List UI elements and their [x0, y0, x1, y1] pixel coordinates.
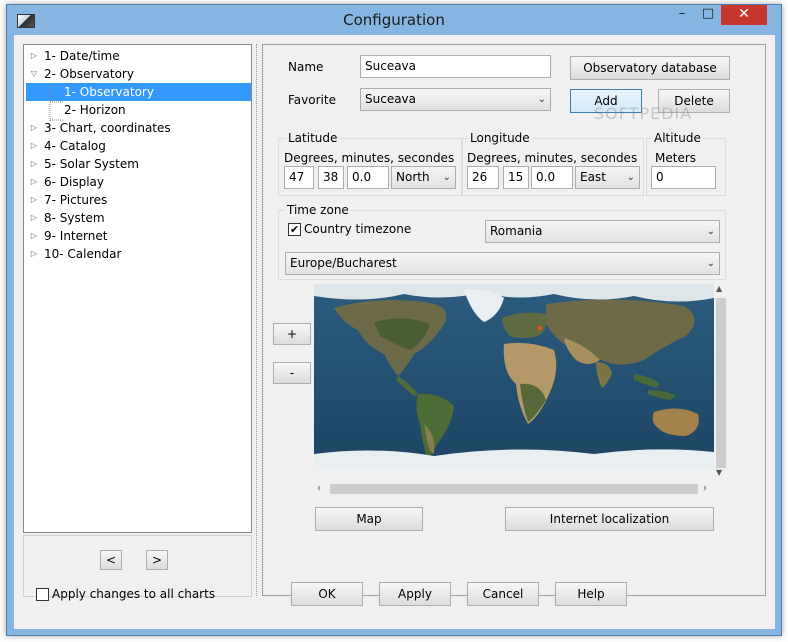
- zoom-out-button[interactable]: -: [273, 362, 311, 384]
- latitude-hemisphere-select[interactable]: North ⌄: [391, 166, 456, 189]
- scroll-left-icon[interactable]: ‹: [317, 482, 321, 496]
- observatory-database-button[interactable]: Observatory database: [570, 56, 730, 80]
- maximize-button[interactable]: □: [695, 5, 721, 25]
- favorite-value: Suceava: [365, 92, 417, 106]
- tree-item-calendar[interactable]: ▷ 10- Calendar: [24, 245, 251, 263]
- ok-button[interactable]: OK: [291, 582, 363, 606]
- altitude-input[interactable]: 0: [651, 166, 716, 189]
- longitude-title: Longitude: [468, 131, 532, 145]
- tree-item-label: 9- Internet: [44, 229, 108, 243]
- watermark: SOFTPEDIA: [594, 104, 693, 123]
- prev-page-button[interactable]: <: [100, 550, 122, 570]
- longitude-units-label: Degrees, minutes, secondes: [467, 151, 638, 165]
- latitude-minutes-input[interactable]: 38: [318, 166, 344, 189]
- tree-item-label: 7- Pictures: [44, 193, 108, 207]
- scroll-down-icon[interactable]: ▼: [716, 468, 722, 477]
- latitude-title: Latitude: [286, 131, 340, 145]
- tree-item-label: 10- Calendar: [44, 247, 122, 261]
- apply-all-charts-label: Apply changes to all charts: [52, 587, 216, 601]
- horizontal-scroll-thumb[interactable]: [330, 484, 698, 494]
- chevron-down-icon: ⌄: [706, 258, 715, 269]
- tree-item-display[interactable]: ▷ 6- Display: [24, 173, 251, 191]
- chevron-down-icon: ⌄: [537, 94, 546, 105]
- title-bar[interactable]: Configuration – □ ✕: [7, 5, 781, 35]
- longitude-hemisphere-select[interactable]: East ⌄: [575, 166, 640, 189]
- chevron-down-icon: ⌄: [442, 172, 451, 183]
- apply-button[interactable]: Apply: [379, 582, 451, 606]
- name-input[interactable]: Suceava: [360, 55, 551, 78]
- longitude-hemisphere-value: East: [580, 170, 606, 184]
- name-label: Name: [288, 60, 324, 74]
- chevron-down-icon: ⌄: [706, 226, 715, 237]
- latitude-degrees-input[interactable]: 47: [284, 166, 314, 189]
- tree-item-label: 4- Catalog: [44, 139, 106, 153]
- observatory-marker: [537, 325, 543, 331]
- expand-icon[interactable]: ▷: [28, 209, 40, 227]
- tree-item-pictures[interactable]: ▷ 7- Pictures: [24, 191, 251, 209]
- longitude-minutes-input[interactable]: 15: [503, 166, 529, 189]
- internet-localization-button[interactable]: Internet localization: [505, 507, 714, 531]
- tree-item-catalog[interactable]: ▷ 4- Catalog: [24, 137, 251, 155]
- cancel-button[interactable]: Cancel: [467, 582, 539, 606]
- favorite-label: Favorite: [288, 93, 336, 107]
- expand-icon[interactable]: ▷: [28, 227, 40, 245]
- next-page-button[interactable]: >: [146, 550, 168, 570]
- close-button[interactable]: ✕: [721, 5, 767, 25]
- country-value: Romania: [490, 224, 543, 238]
- country-timezone-label: Country timezone: [304, 222, 412, 236]
- help-button[interactable]: Help: [555, 582, 627, 606]
- tree-item-label: 6- Display: [44, 175, 105, 189]
- vertical-scroll-thumb[interactable]: [716, 298, 726, 468]
- tree-item-internet[interactable]: ▷ 9- Internet: [24, 227, 251, 245]
- tree-item-label: 8- System: [44, 211, 105, 225]
- world-map[interactable]: [314, 284, 714, 470]
- expand-icon[interactable]: ▷: [28, 155, 40, 173]
- tree-item-label: 5- Solar System: [44, 157, 139, 171]
- latitude-units-label: Degrees, minutes, secondes: [284, 151, 455, 165]
- world-map-image: [314, 284, 714, 470]
- favorite-select[interactable]: Suceava ⌄: [360, 88, 551, 111]
- country-timezone-checkbox[interactable]: ✔: [288, 223, 301, 236]
- altitude-units-label: Meters: [655, 151, 697, 165]
- timezone-title: Time zone: [285, 203, 351, 217]
- apply-all-charts-checkbox[interactable]: [36, 588, 49, 601]
- config-tree[interactable]: ▷ 1- Date/time ▽ 2- Observatory 1- Obser…: [23, 44, 252, 533]
- chevron-down-icon: ⌄: [626, 172, 635, 183]
- expand-icon[interactable]: ▷: [28, 173, 40, 191]
- tree-item-system[interactable]: ▷ 8- System: [24, 209, 251, 227]
- longitude-degrees-input[interactable]: 26: [467, 166, 499, 189]
- tree-connector-lines: [49, 84, 64, 121]
- window-title: Configuration: [343, 11, 445, 29]
- scroll-up-icon[interactable]: ▲: [716, 284, 722, 293]
- country-select[interactable]: Romania ⌄: [485, 220, 720, 243]
- timezone-value: Europe/Bucharest: [290, 256, 397, 270]
- tree-item-solar-system[interactable]: ▷ 5- Solar System: [24, 155, 251, 173]
- expand-icon[interactable]: ▷: [28, 191, 40, 209]
- expand-icon[interactable]: ▷: [28, 137, 40, 155]
- map-vertical-scrollbar[interactable]: ▲ ▼: [714, 284, 728, 480]
- scroll-right-icon[interactable]: ›: [703, 482, 707, 496]
- latitude-seconds-input[interactable]: 0.0: [347, 166, 389, 189]
- altitude-title: Altitude: [652, 131, 703, 145]
- map-button[interactable]: Map: [315, 507, 423, 531]
- latitude-hemisphere-value: North: [396, 170, 430, 184]
- timezone-select[interactable]: Europe/Bucharest ⌄: [285, 252, 720, 275]
- expand-icon[interactable]: ▷: [28, 245, 40, 263]
- panel-splitter[interactable]: [256, 44, 260, 596]
- minimize-button[interactable]: –: [669, 5, 695, 25]
- map-horizontal-scrollbar[interactable]: ‹ ›: [314, 482, 714, 496]
- zoom-in-button[interactable]: +: [273, 323, 311, 345]
- longitude-seconds-input[interactable]: 0.0: [531, 166, 573, 189]
